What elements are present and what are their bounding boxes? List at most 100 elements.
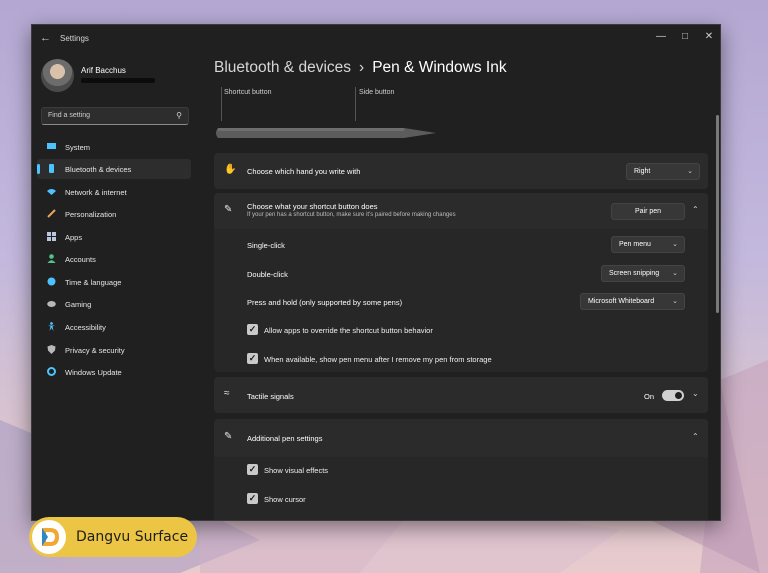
tactile-label: Tactile signals [247, 392, 294, 401]
hand-dropdown[interactable]: Right ⌄ [626, 163, 700, 180]
breadcrumb-parent[interactable]: Bluetooth & devices [214, 59, 351, 76]
additional-setting-body: ✓ Show visual effects ✓ Show cursor [214, 457, 708, 520]
title-bar: ← Settings — □ ✕ [32, 25, 720, 53]
display-icon [47, 142, 56, 151]
shield-icon [47, 345, 56, 354]
sidebar-item-label: System [65, 143, 91, 152]
user-email-redacted [81, 78, 155, 83]
wifi-icon [47, 187, 56, 196]
double-click-label: Double-click [247, 270, 288, 279]
apps-icon [47, 232, 56, 241]
search-icon[interactable]: ⚲ [176, 111, 182, 120]
visual-effects-checkbox[interactable]: ✓ [247, 464, 258, 475]
sidebar-item-label: Accessibility [65, 323, 106, 332]
shortcut-leader-line [221, 87, 222, 121]
brand-logo-icon [32, 520, 66, 554]
sidebar-item-label: Personalization [65, 210, 117, 219]
gamepad-icon [47, 299, 56, 308]
sidebar-item-label: Network & internet [65, 188, 127, 197]
chevron-down-icon: ⌄ [672, 298, 678, 305]
shortcut-setting-header[interactable]: ✎ Choose what your shortcut button does … [214, 193, 708, 229]
toggle-knob [675, 392, 682, 399]
single-click-value: Pen menu [619, 241, 651, 248]
additional-setting-header[interactable]: ✎ Additional pen settings ⌃ [214, 419, 708, 457]
sidebar-item-label: Gaming [65, 300, 92, 309]
page-title: Pen & Windows Ink [372, 59, 507, 76]
sidebar-item-label: Windows Update [65, 368, 122, 377]
pen-illustration [216, 128, 436, 138]
hand-dropdown-value: Right [634, 168, 651, 175]
double-click-value: Screen snipping [609, 270, 660, 277]
shortcut-title: Choose what your shortcut button does [247, 202, 378, 211]
scrollbar[interactable] [716, 115, 719, 313]
hand-icon: ✋ [224, 164, 237, 175]
sidebar-item-apps[interactable]: Apps [37, 227, 191, 247]
avatar[interactable] [41, 59, 74, 92]
sidebar-item-network[interactable]: Network & internet [37, 182, 191, 202]
maximize-button[interactable]: □ [676, 30, 694, 44]
globe-clock-icon [47, 277, 56, 286]
search-input[interactable]: Find a setting ⚲ [41, 107, 189, 125]
brush-icon [47, 209, 56, 218]
breadcrumb-separator: › [359, 59, 365, 76]
sidebar-item-windows-update[interactable]: Windows Update [37, 362, 191, 382]
sidebar-item-accessibility[interactable]: Accessibility [37, 317, 191, 337]
sidebar-item-personalization[interactable]: Personalization [37, 204, 191, 224]
press-hold-dropdown[interactable]: Microsoft Whiteboard ⌄ [580, 293, 685, 310]
chevron-up-icon[interactable]: ⌃ [692, 205, 699, 214]
sidebar-item-bluetooth[interactable]: Bluetooth & devices [37, 159, 191, 179]
pair-pen-button[interactable]: Pair pen [611, 203, 685, 220]
tactile-toggle[interactable] [662, 390, 684, 401]
person-icon [47, 254, 56, 263]
active-indicator [37, 164, 40, 174]
override-label: Allow apps to override the shortcut butt… [264, 326, 433, 335]
accessibility-icon [47, 322, 56, 331]
user-name: Arif Bacchus [81, 66, 126, 75]
side-button-label: Side button [359, 89, 395, 96]
sidebar-item-label: Privacy & security [65, 346, 125, 355]
vibration-icon: ≈ [224, 388, 230, 399]
chevron-up-icon[interactable]: ⌃ [692, 432, 699, 441]
settings-window: ← Settings — □ ✕ Arif Bacchus Find a set… [31, 24, 721, 521]
override-checkbox[interactable]: ✓ [247, 324, 258, 335]
sidebar-item-system[interactable]: System [37, 137, 191, 157]
single-click-dropdown[interactable]: Pen menu ⌄ [611, 236, 685, 253]
shortcut-subtitle: If your pen has a shortcut button, make … [247, 212, 456, 218]
search-placeholder: Find a setting [48, 112, 91, 119]
hand-setting-row: ✋ Choose which hand you write with Right… [214, 153, 708, 189]
close-button[interactable]: ✕ [700, 30, 718, 44]
press-hold-label: Press and hold (only supported by some p… [247, 298, 403, 307]
visual-effects-label: Show visual effects [264, 466, 329, 475]
pen-menu-checkbox[interactable]: ✓ [247, 353, 258, 364]
sidebar-item-label: Accounts [65, 255, 96, 264]
chevron-down-icon: ⌄ [672, 270, 678, 277]
back-arrow-icon[interactable]: ← [40, 32, 51, 44]
press-hold-value: Microsoft Whiteboard [588, 298, 655, 305]
tactile-state: On [644, 392, 655, 401]
tactile-setting-row[interactable]: ≈ Tactile signals On ⌄ [214, 377, 708, 413]
double-click-dropdown[interactable]: Screen snipping ⌄ [601, 265, 685, 282]
pen-icon: ✎ [224, 204, 233, 215]
hand-label: Choose which hand you write with [247, 167, 361, 176]
brand-badge: Dangvu Surface [29, 517, 197, 557]
chevron-down-icon: ⌄ [672, 241, 678, 248]
app-title: Settings [60, 34, 89, 43]
sidebar-item-accounts[interactable]: Accounts [37, 249, 191, 269]
single-click-label: Single-click [247, 241, 285, 250]
pen-menu-label: When available, show pen menu after I re… [264, 355, 492, 364]
sidebar-item-label: Bluetooth & devices [65, 165, 132, 174]
sidebar-item-label: Time & language [65, 278, 122, 287]
sidebar-item-label: Apps [65, 233, 83, 242]
sidebar-item-privacy[interactable]: Privacy & security [37, 340, 191, 360]
chevron-down-icon: ⌄ [687, 168, 693, 175]
sidebar-item-gaming[interactable]: Gaming [37, 294, 191, 314]
show-cursor-label: Show cursor [264, 495, 306, 504]
minimize-button[interactable]: — [652, 30, 670, 44]
show-cursor-checkbox[interactable]: ✓ [247, 493, 258, 504]
update-icon [47, 367, 56, 376]
sidebar-item-time-language[interactable]: Time & language [37, 272, 191, 292]
side-leader-line [355, 87, 356, 121]
pen-settings-icon: ✎ [224, 431, 233, 442]
chevron-down-icon[interactable]: ⌄ [692, 389, 699, 398]
breadcrumb: Bluetooth & devices › Pen & Windows Ink [214, 59, 507, 77]
